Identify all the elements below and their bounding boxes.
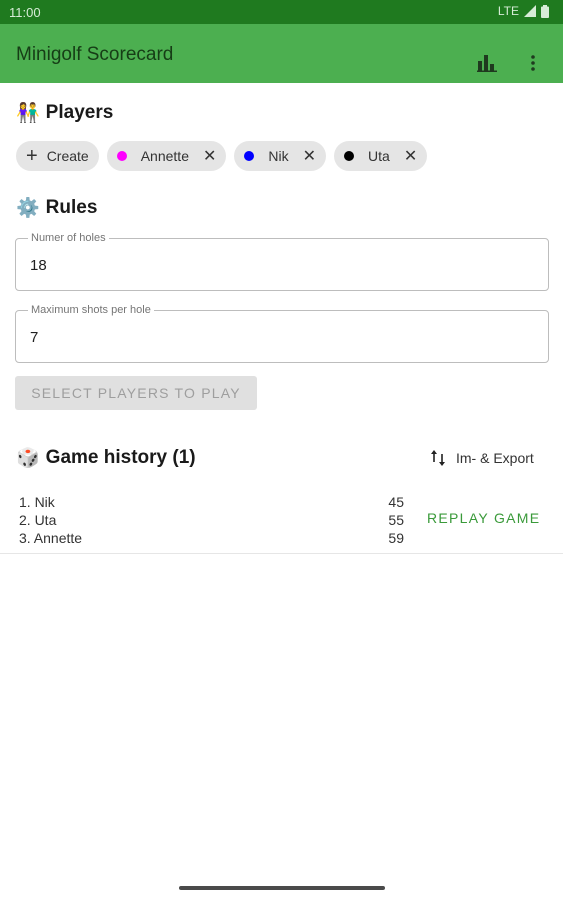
create-player-label: Create [46, 148, 89, 164]
game-history-row: 1. Nik 2. Uta 3. Annette 45 55 59 REPLAY… [0, 486, 563, 554]
select-players-button[interactable]: SELECT PLAYERS TO PLAY [15, 376, 257, 410]
app-title: Minigolf Scorecard [16, 44, 174, 65]
history-heading: 🎲 Game history (1) [16, 446, 196, 470]
dice-emoji-icon: 🎲 [16, 448, 40, 469]
import-export-label: Im- & Export [456, 450, 534, 466]
holes-field[interactable]: Numer of holes 18 [15, 232, 549, 291]
holes-field-value[interactable]: 18 [30, 257, 47, 274]
player-color-dot [344, 151, 355, 161]
network-type: LTE [497, 4, 519, 18]
remove-player-icon[interactable]: ✕ [203, 146, 216, 166]
gear-emoji-icon: ⚙️ [16, 198, 40, 219]
rules-title: Rules [45, 197, 98, 218]
remove-player-icon[interactable]: ✕ [303, 146, 316, 166]
overflow-menu-button[interactable] [520, 47, 546, 79]
swap-vert-icon [431, 450, 445, 466]
player-color-dot [116, 151, 127, 161]
player-chip-annette[interactable]: Annette ✕ [106, 141, 227, 171]
players-title: Players [45, 102, 114, 123]
player-name: Uta [368, 148, 390, 164]
history-title: Game history (1) [45, 447, 196, 468]
rules-heading: ⚙️ Rules [16, 196, 97, 220]
player-name: Annette [140, 148, 189, 164]
status-icons: LTE [498, 4, 549, 18]
score-entry: 45 [388, 494, 404, 510]
max-shots-field-value[interactable]: 7 [30, 329, 38, 346]
player-chip-uta[interactable]: Uta ✕ [334, 141, 428, 171]
plus-icon: + [26, 145, 38, 167]
player-color-dot [244, 151, 255, 161]
gesture-nav-handle[interactable] [179, 886, 385, 890]
score-entry: 59 [388, 530, 404, 546]
score-entry: 55 [388, 512, 404, 528]
signal-icon [524, 5, 536, 17]
import-export-button[interactable]: Im- & Export [430, 444, 534, 472]
ranking-entry: 2. Uta [19, 512, 57, 528]
ranking-entry: 3. Annette [19, 530, 83, 546]
battery-icon [541, 4, 549, 18]
replay-game-button[interactable]: REPLAY GAME [427, 510, 540, 526]
status-bar: 11:00 LTE [0, 0, 563, 24]
game-scores: 45 55 59 [370, 493, 404, 547]
ranking-entry: 1. Nik [19, 494, 55, 510]
player-chip-nik[interactable]: Nik ✕ [234, 141, 327, 171]
player-chips: + Create Annette ✕ Nik ✕ Uta ✕ [16, 141, 428, 171]
max-shots-field[interactable]: Maximum shots per hole 7 [15, 304, 549, 363]
app-bar: Minigolf Scorecard [0, 24, 563, 83]
max-shots-field-label: Maximum shots per hole [28, 304, 154, 316]
game-ranking: 1. Nik 2. Uta 3. Annette [19, 493, 82, 547]
remove-player-icon[interactable]: ✕ [404, 146, 417, 166]
player-name: Nik [268, 148, 289, 164]
players-heading: 👫 Players [16, 101, 113, 125]
more-vert-icon [531, 55, 535, 71]
create-player-chip[interactable]: + Create [16, 141, 99, 171]
statistics-button[interactable] [472, 47, 502, 79]
status-time: 11:00 [9, 5, 41, 20]
bar-chart-icon [477, 55, 497, 72]
holes-field-label: Numer of holes [28, 232, 109, 244]
players-emoji-icon: 👫 [16, 103, 40, 124]
